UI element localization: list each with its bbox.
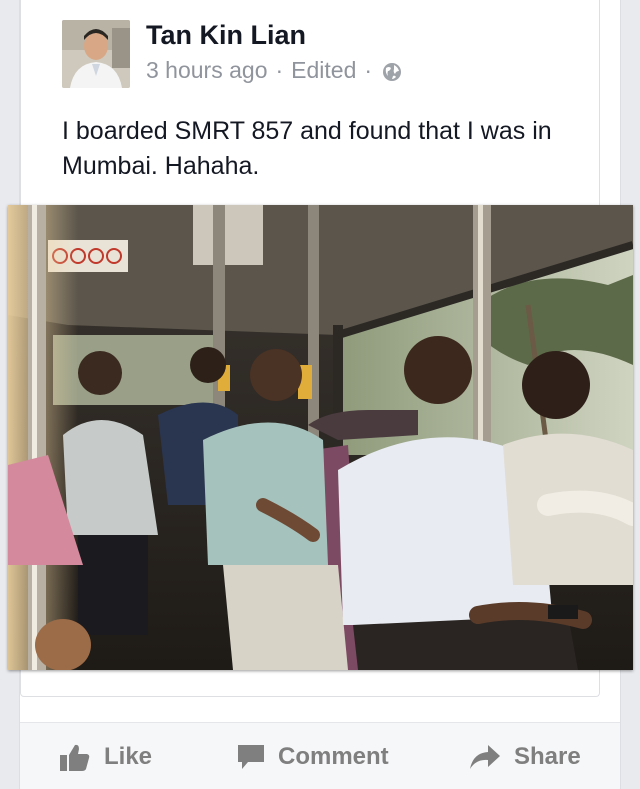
post-timestamp[interactable]: 3 hours ago: [146, 57, 267, 84]
like-label: Like: [104, 742, 153, 770]
post-text: I boarded SMRT 857 and found that I was …: [62, 117, 552, 180]
feed-page: Tan Kin Lian 3 hours ago · Edited · I bo…: [0, 0, 640, 789]
post-meta: 3 hours ago · Edited ·: [146, 57, 402, 84]
globe-icon: [382, 61, 402, 81]
meta-separator: ·: [364, 57, 373, 83]
share-label: Share: [514, 742, 581, 770]
avatar[interactable]: [62, 20, 130, 88]
comment-bubble-icon: [238, 744, 264, 769]
comment-button[interactable]: Comment: [238, 723, 389, 789]
meta-separator: ·: [275, 57, 284, 83]
comment-label: Comment: [278, 742, 389, 770]
post-photo[interactable]: [8, 205, 633, 670]
share-arrow-icon: [470, 744, 500, 769]
author-name[interactable]: Tan Kin Lian: [146, 20, 306, 51]
thumbs-up-icon: [60, 744, 90, 771]
bus-photo-illustration: [8, 205, 633, 670]
share-button[interactable]: Share: [470, 723, 581, 789]
like-button[interactable]: Like: [60, 723, 152, 789]
edited-label[interactable]: Edited: [291, 57, 356, 84]
avatar-image: [62, 20, 130, 88]
post-actions-bar: Like Comment Share: [20, 722, 620, 789]
